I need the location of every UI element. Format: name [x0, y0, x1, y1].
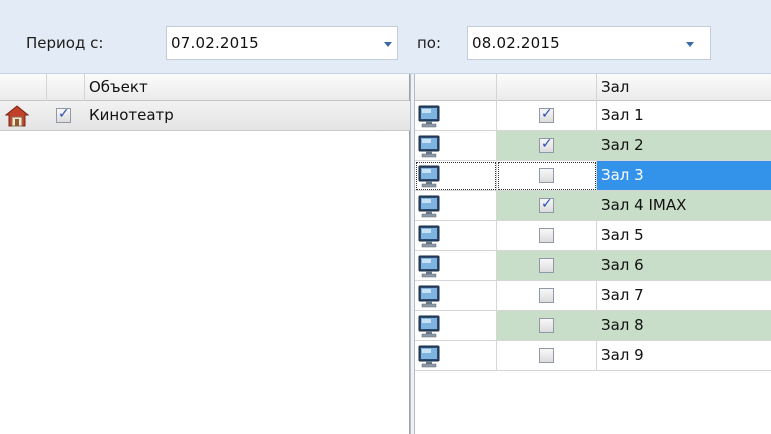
hall-check-cell[interactable] — [497, 281, 597, 311]
monitor-icon — [418, 105, 440, 128]
hall-checkbox[interactable] — [539, 288, 554, 303]
hall-row[interactable]: Зал 4 IMAX — [415, 191, 771, 221]
hall-name[interactable]: Зал 2 — [597, 131, 771, 161]
date-to-picker[interactable]: 08.02.2015 — [467, 26, 711, 60]
hall-checkbox[interactable] — [539, 228, 554, 243]
hall-name[interactable]: Зал 3 — [597, 161, 771, 191]
date-to-value: 08.02.2015 — [472, 34, 560, 52]
hall-checkbox[interactable] — [539, 196, 554, 213]
hall-name[interactable]: Зал 5 — [597, 221, 771, 251]
hall-icon-cell[interactable] — [415, 221, 497, 251]
icon-column-header[interactable] — [0, 74, 47, 101]
hall-icon-cell[interactable] — [415, 191, 497, 221]
hall-column-header[interactable]: Зал — [597, 74, 771, 101]
monitor-icon — [418, 285, 440, 308]
hall-checkbox[interactable] — [539, 318, 554, 333]
hall-name[interactable]: Зал 1 — [597, 101, 771, 131]
hall-row[interactable]: Зал 6 — [415, 251, 771, 281]
monitor-icon — [418, 135, 440, 158]
hall-name[interactable]: Зал 7 — [597, 281, 771, 311]
object-checkbox[interactable] — [56, 106, 71, 123]
hall-icon-cell[interactable] — [415, 131, 497, 161]
hall-check-cell[interactable] — [497, 251, 597, 281]
hall-icon-cell[interactable] — [415, 281, 497, 311]
monitor-icon — [418, 225, 440, 248]
hall-checkbox[interactable] — [539, 136, 554, 153]
period-from-label: Период с: — [26, 34, 104, 52]
hall-row[interactable]: Зал 3 — [415, 161, 771, 191]
monitor-icon — [418, 255, 440, 278]
hall-check-cell[interactable] — [497, 101, 597, 131]
hall-check-cell[interactable] — [497, 161, 597, 191]
hall-checkbox[interactable] — [539, 348, 554, 363]
period-toolbar: Период с: 07.02.2015 по: 08.02.2015 — [0, 0, 771, 74]
monitor-icon — [418, 345, 440, 368]
chevron-down-icon[interactable] — [686, 42, 694, 47]
object-column-header[interactable]: Объект — [85, 74, 410, 101]
object-name: Кинотеатр — [89, 106, 174, 124]
hall-checkbox[interactable] — [539, 258, 554, 273]
period-to-label: по: — [417, 34, 442, 52]
hall-row[interactable]: Зал 9 — [415, 341, 771, 371]
hall-row[interactable]: Зал 7 — [415, 281, 771, 311]
date-from-value: 07.02.2015 — [171, 34, 259, 52]
objects-grid-header: Объект — [0, 74, 409, 101]
hall-check-cell[interactable] — [497, 311, 597, 341]
hall-name[interactable]: Зал 4 IMAX — [597, 191, 771, 221]
check-column-header[interactable] — [47, 74, 85, 101]
hall-row[interactable]: Зал 8 — [415, 311, 771, 341]
hall-name[interactable]: Зал 6 — [597, 251, 771, 281]
house-icon — [5, 105, 29, 127]
hall-row[interactable]: Зал 2 — [415, 131, 771, 161]
hall-icon-cell[interactable] — [415, 101, 497, 131]
monitor-icon — [418, 315, 440, 338]
hall-row[interactable]: Зал 1 — [415, 101, 771, 131]
hall-checkbox[interactable] — [539, 106, 554, 123]
hall-icon-cell[interactable] — [415, 161, 497, 191]
check-column-header[interactable] — [497, 74, 597, 101]
hall-check-cell[interactable] — [497, 131, 597, 161]
hall-check-cell[interactable] — [497, 221, 597, 251]
hall-icon-cell[interactable] — [415, 251, 497, 281]
hall-checkbox[interactable] — [539, 168, 554, 183]
hall-icon-cell[interactable] — [415, 341, 497, 371]
icon-column-header[interactable] — [415, 74, 497, 101]
object-row[interactable]: Кинотеатр — [0, 101, 410, 131]
hall-check-cell[interactable] — [497, 341, 597, 371]
hall-row[interactable]: Зал 5 — [415, 221, 771, 251]
hall-check-cell[interactable] — [497, 191, 597, 221]
hall-name[interactable]: Зал 9 — [597, 341, 771, 371]
chevron-down-icon[interactable] — [384, 42, 392, 47]
halls-grid: Зал Зал 1Зал 2Зал 3Зал 4 IMAXЗал 5Зал 6З… — [415, 74, 771, 434]
monitor-icon — [418, 165, 440, 188]
halls-grid-header: Зал — [415, 74, 771, 101]
monitor-icon — [418, 195, 440, 218]
hall-name[interactable]: Зал 8 — [597, 311, 771, 341]
objects-grid: Объект Кинотеатр — [0, 74, 410, 434]
date-from-picker[interactable]: 07.02.2015 — [166, 26, 398, 60]
hall-icon-cell[interactable] — [415, 311, 497, 341]
